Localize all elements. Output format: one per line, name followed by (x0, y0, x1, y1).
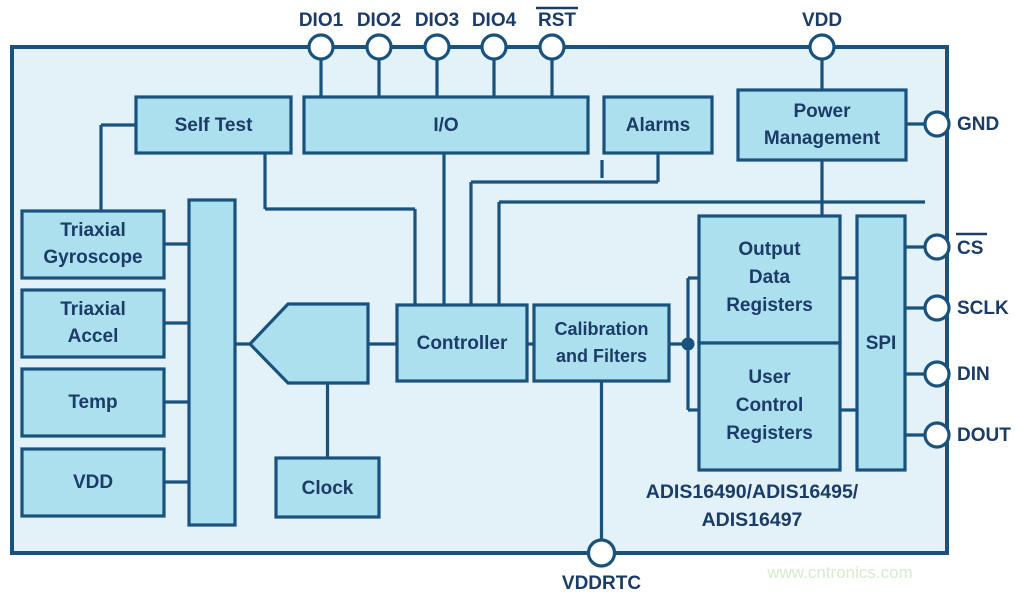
diagram-svg: Self Test I/O Alarms Power Management Tr… (10, 6, 1011, 594)
pin-dio1[interactable] (307, 33, 335, 61)
block-adc-bus[interactable] (187, 198, 237, 527)
block-label-vdd-sensor: VDD (73, 472, 113, 493)
pin-vdd[interactable] (808, 33, 836, 61)
part-number-line1: ADIS16490/ADIS16495/ (646, 481, 859, 503)
block-label-temp: Temp (68, 392, 117, 413)
block-label-self-test: Self Test (175, 115, 253, 136)
block-label-odr-line1: Output (738, 239, 801, 260)
pin-dio3[interactable] (423, 33, 451, 61)
pin-dio2[interactable] (365, 33, 393, 61)
pin-vddrtc[interactable] (586, 538, 617, 568)
junction-dot-calibration (681, 337, 695, 351)
watermark-text: www.cntronics.com (766, 563, 912, 582)
block-label-io: I/O (433, 115, 458, 136)
block-label-accel-line2: Accel (68, 326, 119, 347)
pin-label-dio2: DIO2 (357, 10, 401, 31)
pin-din[interactable] (923, 360, 951, 388)
block-label-odr-line3: Registers (726, 295, 813, 316)
pin-label-gnd: GND (957, 114, 999, 135)
pin-label-dout: DOUT (957, 425, 1011, 446)
pin-sclk[interactable] (923, 294, 951, 322)
block-label-calibration-line2: and Filters (556, 346, 647, 366)
pin-rst[interactable] (538, 33, 566, 61)
block-diagram-canvas: Self Test I/O Alarms Power Management Tr… (0, 0, 1031, 598)
pin-dout[interactable] (923, 421, 951, 449)
pin-label-cs: CS (957, 238, 983, 259)
block-label-power-line2: Management (764, 128, 881, 149)
block-label-ucr-line3: Registers (726, 423, 813, 444)
pin-label-dio1: DIO1 (299, 10, 344, 31)
block-label-calibration-line1: Calibration (554, 319, 648, 339)
block-label-alarms: Alarms (626, 115, 690, 136)
block-label-spi: SPI (866, 333, 897, 354)
part-number-line2: ADIS16497 (702, 509, 803, 531)
pin-label-rst: RST (538, 10, 576, 31)
block-label-power-line1: Power (793, 101, 851, 122)
block-label-controller: Controller (417, 333, 508, 354)
block-label-ucr-line2: Control (736, 395, 804, 416)
pin-label-vddrtc: VDDRTC (562, 573, 641, 594)
pin-label-din: DIN (957, 364, 990, 385)
pin-gnd[interactable] (923, 110, 951, 138)
pin-label-dio3: DIO3 (415, 10, 459, 31)
block-calibration-filters[interactable] (532, 303, 671, 383)
block-label-gyro-line2: Gyroscope (43, 247, 142, 268)
block-label-odr-line2: Data (749, 267, 791, 288)
pin-label-dio4: DIO4 (472, 10, 517, 31)
block-label-clock: Clock (302, 478, 354, 499)
pin-label-vdd: VDD (802, 10, 842, 31)
pin-cs[interactable] (923, 233, 951, 261)
pin-dio4[interactable] (480, 33, 508, 61)
block-label-ucr-line1: User (748, 367, 791, 388)
block-label-accel-line1: Triaxial (60, 299, 126, 320)
pin-label-sclk: SCLK (957, 298, 1009, 319)
block-label-gyro-line1: Triaxial (60, 220, 126, 241)
